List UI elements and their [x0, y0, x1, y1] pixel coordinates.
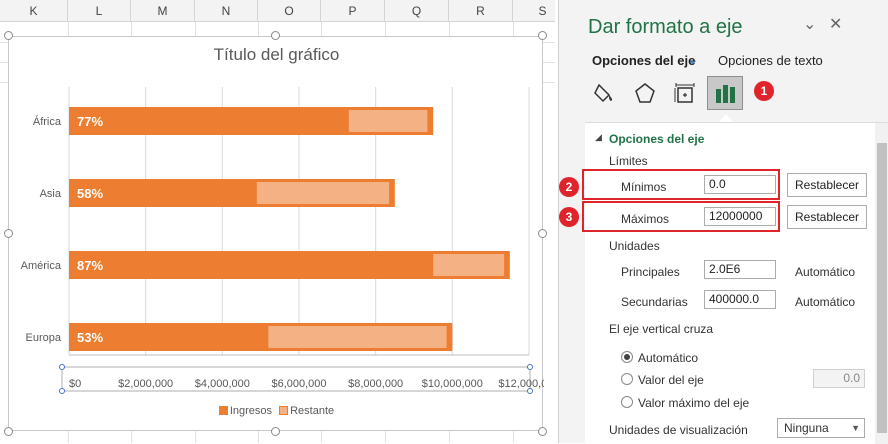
- major-unit-input[interactable]: 2.0E6: [704, 260, 776, 279]
- major-unit-auto-label[interactable]: Automático: [795, 265, 855, 279]
- callout-badge-3: 3: [559, 207, 579, 227]
- data-label[interactable]: 87%: [77, 258, 103, 273]
- chart-plot-area[interactable]: $0 $2,000,000 $4,000,000 $6,000,000 $8,000,0…: [9, 37, 544, 432]
- radio-crosses-axis-value[interactable]: [621, 373, 633, 385]
- legend-label-restante: Restante: [290, 405, 335, 417]
- minor-unit-auto-label[interactable]: Automático: [795, 295, 855, 309]
- bar-restante[interactable]: [348, 110, 428, 132]
- legend-label-ingresos: Ingresos: [229, 405, 273, 417]
- radio-crosses-max-value[interactable]: [621, 396, 633, 408]
- resize-handle[interactable]: [4, 229, 13, 238]
- tab-axis-options[interactable]: Opciones del eje: [592, 53, 695, 68]
- column-header-n[interactable]: N: [195, 0, 258, 22]
- display-units-label: Unidades de visualización: [609, 423, 748, 437]
- fill-line-icon[interactable]: [587, 76, 623, 110]
- category-label[interactable]: América: [21, 260, 62, 272]
- radio-crosses-automatic-label[interactable]: Automático: [638, 351, 698, 365]
- category-label[interactable]: Asia: [40, 188, 62, 200]
- pane-options-chevron-icon[interactable]: ⌄: [803, 14, 816, 34]
- vertical-axis-crosses-heading: El eje vertical cruza: [609, 322, 714, 336]
- category-label[interactable]: África: [33, 115, 62, 128]
- radio-crosses-automatic[interactable]: [621, 351, 633, 363]
- bar-restante[interactable]: [268, 326, 447, 348]
- bar-chart[interactable]: Título del gráfico $0 $2,000,000 $4,000,00…: [8, 36, 544, 432]
- selected-tab-pointer: [719, 114, 733, 122]
- column-header-l[interactable]: L: [68, 0, 131, 22]
- reset-minimum-button[interactable]: Restablecer: [787, 173, 867, 197]
- legend-swatch-restante: [279, 406, 289, 415]
- axis-handle[interactable]: [527, 364, 533, 370]
- resize-handle[interactable]: [271, 31, 280, 40]
- maximum-label: Máximos: [621, 212, 670, 226]
- section-axis-options[interactable]: Opciones del eje: [609, 132, 704, 146]
- radio-crosses-axis-value-label[interactable]: Valor del eje: [638, 373, 704, 387]
- effects-icon[interactable]: [627, 76, 663, 110]
- column-header-o[interactable]: O: [258, 0, 321, 22]
- units-heading: Unidades: [609, 239, 660, 253]
- column-header-q[interactable]: Q: [385, 0, 449, 22]
- resize-handle[interactable]: [271, 427, 280, 436]
- x-axis-tick-label[interactable]: $4,000,000: [195, 378, 250, 390]
- spreadsheet-area[interactable]: K L M N O P Q R S Título del gráfico $0 $…: [0, 0, 555, 443]
- resize-handle[interactable]: [538, 31, 547, 40]
- x-axis-tick-label[interactable]: $10,000,000: [422, 378, 483, 390]
- resize-handle[interactable]: [538, 229, 547, 238]
- size-properties-icon[interactable]: [667, 76, 703, 110]
- column-header-k[interactable]: K: [0, 0, 68, 22]
- callout-badge-2: 2: [559, 177, 579, 197]
- axis-options-panel: ◢ Opciones del eje Límites 2 Mínimos 0.0…: [559, 122, 888, 444]
- category-label[interactable]: Europa: [26, 332, 62, 344]
- minor-unit-input[interactable]: 400000.0: [704, 290, 776, 309]
- data-label[interactable]: 58%: [77, 186, 103, 201]
- tab-text-options[interactable]: Opciones de texto: [718, 53, 823, 68]
- pane-title: Dar formato a eje: [588, 16, 743, 38]
- column-header-s[interactable]: S: [513, 0, 555, 22]
- axis-handle[interactable]: [59, 388, 65, 394]
- axis-handle[interactable]: [59, 364, 65, 370]
- x-axis-tick-label[interactable]: $8,000,000: [348, 378, 403, 390]
- axis-options-bar-chart-icon[interactable]: [707, 76, 743, 110]
- major-unit-label: Principales: [621, 265, 680, 279]
- callout-badge-1: 1: [754, 81, 774, 101]
- minimum-label: Mínimos: [621, 180, 667, 194]
- column-header-row: K L M N O P Q R S: [0, 0, 555, 22]
- dropdown-arrow-icon: ▼: [851, 423, 860, 433]
- minimum-input[interactable]: 0.0: [704, 175, 776, 194]
- display-units-value: Ninguna: [784, 421, 829, 435]
- bar-restante[interactable]: [433, 254, 505, 276]
- x-axis-tick-label[interactable]: $0: [69, 378, 81, 390]
- resize-handle[interactable]: [538, 427, 547, 436]
- chevron-down-icon[interactable]: ⌄: [687, 51, 699, 68]
- minor-unit-label: Secundarias: [621, 295, 688, 309]
- scrollbar[interactable]: [875, 123, 888, 444]
- resize-handle[interactable]: [4, 427, 13, 436]
- x-axis-tick-label[interactable]: $2,000,000: [118, 378, 173, 390]
- maximum-input[interactable]: 12000000: [704, 207, 776, 226]
- limits-heading: Límites: [609, 154, 648, 168]
- column-header-m[interactable]: M: [131, 0, 195, 22]
- legend-swatch-ingresos: [218, 406, 228, 415]
- column-header-p[interactable]: P: [321, 0, 385, 22]
- x-axis-tick-label[interactable]: $12,000,000: [498, 378, 544, 390]
- chart-legend[interactable]: Ingresos Restante: [9, 405, 544, 417]
- data-label[interactable]: 77%: [77, 114, 103, 129]
- display-units-select[interactable]: Ninguna ▼: [777, 418, 865, 438]
- close-icon[interactable]: ✕: [829, 14, 842, 34]
- format-axis-pane: Dar formato a eje ⌄ ✕ Opciones del eje ⌄…: [558, 0, 888, 444]
- radio-crosses-max-value-label[interactable]: Valor máximo del eje: [638, 396, 749, 410]
- collapse-triangle-icon[interactable]: ◢: [595, 132, 602, 143]
- bar-restante[interactable]: [256, 182, 390, 204]
- axis-value-input[interactable]: 0.0: [813, 369, 865, 388]
- resize-handle[interactable]: [4, 31, 13, 40]
- data-label[interactable]: 53%: [77, 330, 103, 345]
- scrollbar-thumb[interactable]: [877, 143, 887, 433]
- reset-maximum-button[interactable]: Restablecer: [787, 205, 867, 229]
- column-header-r[interactable]: R: [449, 0, 513, 22]
- x-axis-tick-label[interactable]: $6,000,000: [271, 378, 326, 390]
